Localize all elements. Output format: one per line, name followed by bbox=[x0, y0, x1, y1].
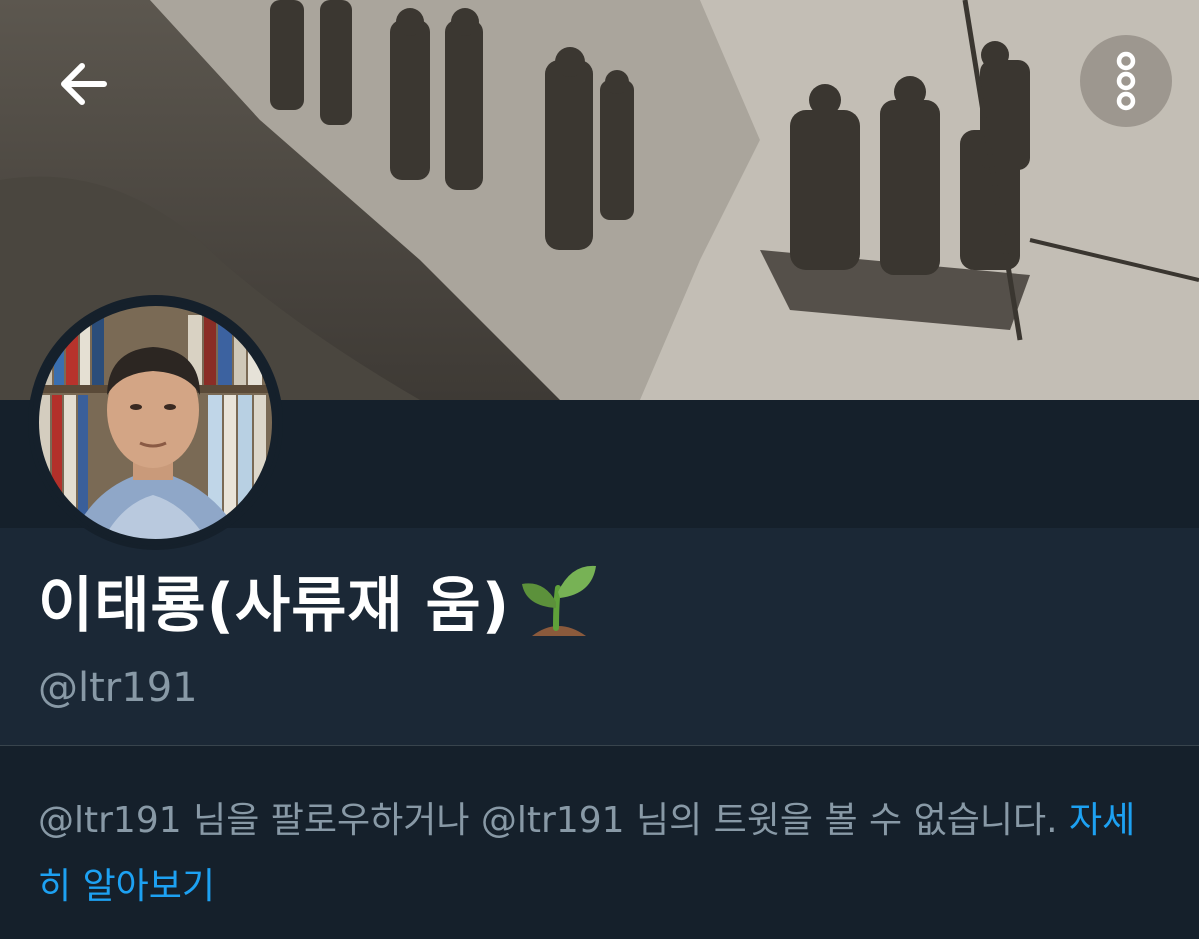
profile-display-name: 이태룡(사류재 움) bbox=[38, 555, 600, 645]
blocked-notice: @ltr191 님을 팔로우하거나 @ltr191 님의 트윗을 볼 수 없습니… bbox=[38, 788, 1138, 920]
display-name-text: 이태룡(사류재 움) bbox=[38, 570, 511, 641]
back-button[interactable] bbox=[52, 52, 116, 116]
section-divider bbox=[0, 745, 1199, 746]
more-vertical-icon bbox=[1116, 51, 1136, 111]
arrow-left-icon bbox=[61, 63, 107, 105]
seedling-icon bbox=[516, 558, 600, 642]
blocked-notice-text: @ltr191 님을 팔로우하거나 @ltr191 님의 트윗을 볼 수 없습니… bbox=[38, 800, 1058, 841]
profile-handle: @ltr191 bbox=[38, 665, 198, 711]
avatar-image bbox=[32, 299, 279, 546]
more-options-button[interactable] bbox=[1080, 35, 1172, 127]
profile-avatar[interactable] bbox=[28, 295, 283, 550]
